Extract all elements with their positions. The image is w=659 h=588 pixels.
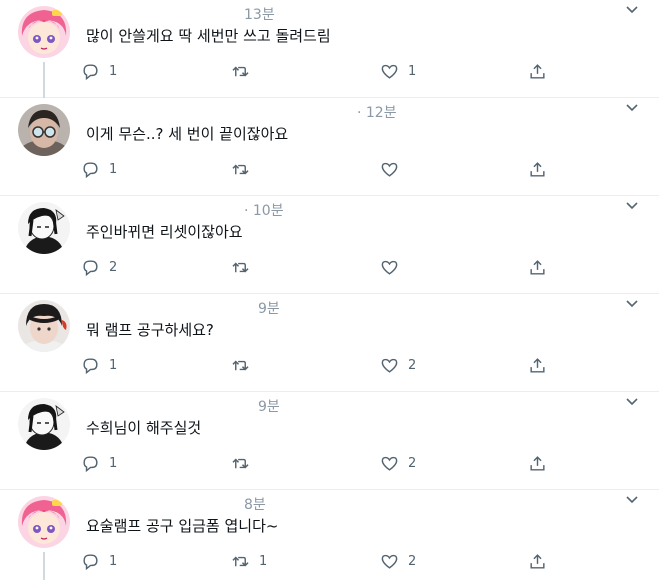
like-button[interactable]: 1: [380, 61, 416, 81]
like-button[interactable]: [380, 159, 408, 179]
reply-count: 2: [109, 259, 118, 275]
reply-icon: [83, 455, 98, 472]
avatar[interactable]: [18, 398, 70, 450]
share-icon: [530, 553, 545, 569]
avatar[interactable]: [18, 104, 70, 156]
like-button[interactable]: 2: [380, 453, 416, 473]
retweet-button[interactable]: [231, 257, 259, 277]
chevron-down-icon[interactable]: [622, 294, 642, 314]
chevron-down-icon[interactable]: [622, 98, 642, 118]
tweet-text: 요술램프 공구 입금폼 엽니다~: [86, 517, 279, 535]
reply-count: 1: [109, 357, 118, 373]
retweet-icon: [232, 360, 249, 370]
share-button[interactable]: [528, 61, 547, 81]
share-button[interactable]: [528, 551, 547, 571]
share-button[interactable]: [528, 159, 547, 179]
tweet[interactable]: 13분 많이 안쓸게요 딱 세번만 쓰고 돌려드림 1 1: [0, 0, 659, 98]
tweet[interactable]: · 12분 이게 무슨..? 세 번이 끝이잖아요 1: [0, 98, 659, 196]
timestamp[interactable]: 13분: [244, 4, 275, 24]
tweet[interactable]: 8분 요술램프 공구 입금폼 엽니다~ 1 1 2: [0, 490, 659, 588]
chevron-down-icon[interactable]: [622, 0, 642, 20]
like-button[interactable]: 2: [380, 551, 416, 571]
heart-icon: [381, 554, 398, 569]
avatar[interactable]: [18, 202, 70, 254]
tweet[interactable]: 9분 수희님이 해주실것 1 2: [0, 392, 659, 490]
heart-icon: [381, 162, 398, 177]
share-button[interactable]: [528, 257, 547, 277]
reply-button[interactable]: 1: [81, 453, 117, 473]
like-button[interactable]: 2: [380, 355, 416, 375]
like-count: 1: [408, 63, 417, 79]
reply-icon: [83, 357, 98, 374]
thread-line: [43, 62, 45, 98]
tweet-text: 이게 무슨..? 세 번이 끝이잖아요: [86, 125, 289, 143]
reply-count: 1: [109, 455, 118, 471]
reply-icon: [83, 259, 98, 276]
reply-count: 1: [109, 161, 118, 177]
reply-icon: [83, 553, 98, 570]
retweet-button[interactable]: [231, 159, 259, 179]
retweet-count: 1: [259, 553, 268, 569]
like-button[interactable]: [380, 257, 408, 277]
heart-icon: [381, 456, 398, 471]
reply-button[interactable]: 1: [81, 551, 117, 571]
retweet-button[interactable]: [231, 453, 259, 473]
retweet-button[interactable]: [231, 61, 259, 81]
retweet-icon: [232, 164, 249, 174]
share-icon: [530, 455, 545, 471]
share-icon: [530, 63, 545, 79]
retweet-icon: [232, 66, 249, 76]
retweet-icon: [232, 556, 249, 566]
heart-icon: [381, 64, 398, 79]
heart-icon: [381, 358, 398, 373]
reply-count: 1: [109, 553, 118, 569]
retweet-icon: [232, 458, 249, 468]
reply-button[interactable]: 1: [81, 355, 117, 375]
like-count: 2: [408, 357, 417, 373]
tweet-text: 많이 안쓸게요 딱 세번만 쓰고 돌려드림: [86, 27, 331, 45]
share-button[interactable]: [528, 453, 547, 473]
heart-icon: [381, 260, 398, 275]
share-icon: [530, 259, 545, 275]
share-icon: [530, 161, 545, 177]
timestamp[interactable]: · 10분: [244, 200, 284, 220]
retweet-icon: [232, 262, 249, 272]
tweet-text: 수희님이 해주실것: [86, 419, 202, 437]
timestamp[interactable]: 9분: [258, 396, 280, 416]
retweet-button[interactable]: 1: [231, 551, 267, 571]
avatar[interactable]: [18, 6, 70, 58]
reply-count: 1: [109, 63, 118, 79]
chevron-down-icon[interactable]: [622, 490, 642, 510]
reply-icon: [83, 161, 98, 178]
tweet[interactable]: · 10분 주인바뀌면 리셋이잖아요 2: [0, 196, 659, 294]
reply-button[interactable]: 2: [81, 257, 117, 277]
like-count: 2: [408, 455, 417, 471]
chevron-down-icon[interactable]: [622, 392, 642, 412]
retweet-button[interactable]: [231, 355, 259, 375]
like-count: 2: [408, 553, 417, 569]
thread-line: [43, 552, 45, 580]
timestamp[interactable]: 9분: [258, 298, 280, 318]
share-icon: [530, 357, 545, 373]
timestamp[interactable]: 8분: [244, 494, 266, 514]
avatar[interactable]: [18, 496, 70, 548]
avatar[interactable]: [18, 300, 70, 352]
share-button[interactable]: [528, 355, 547, 375]
timestamp[interactable]: · 12분: [357, 102, 397, 122]
reply-button[interactable]: 1: [81, 159, 117, 179]
reply-icon: [83, 63, 98, 80]
reply-button[interactable]: 1: [81, 61, 117, 81]
tweet-text: 뭐 램프 공구하세요?: [86, 321, 214, 339]
tweet[interactable]: 9분 뭐 램프 공구하세요? 1 2: [0, 294, 659, 392]
chevron-down-icon[interactable]: [622, 196, 642, 216]
tweet-text: 주인바뀌면 리셋이잖아요: [86, 223, 243, 241]
